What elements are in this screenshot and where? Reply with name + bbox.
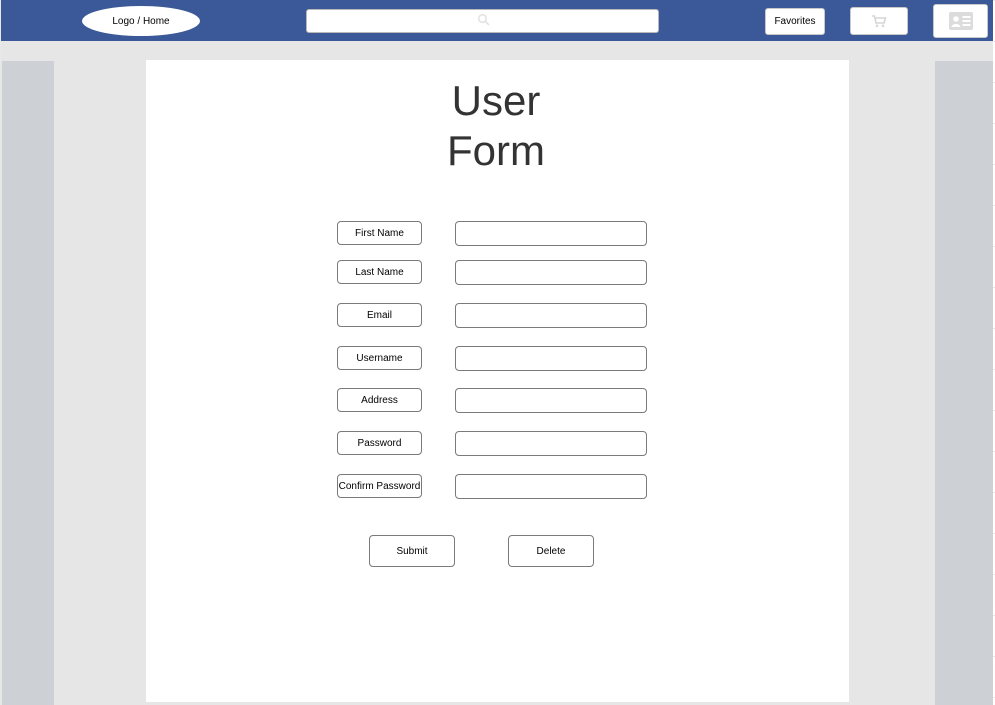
email-label: Email: [337, 303, 422, 327]
submit-button[interactable]: Submit: [369, 535, 455, 567]
password-label: Password: [337, 431, 422, 455]
password-field[interactable]: [455, 431, 647, 456]
cart-button[interactable]: [850, 7, 908, 35]
address-label: Address: [337, 388, 422, 412]
confirm-password-field[interactable]: [455, 474, 647, 499]
right-side-column: [935, 61, 993, 705]
delete-label: Delete: [536, 545, 566, 557]
favorites-label: Favorites: [774, 16, 816, 27]
last-name-field[interactable]: [455, 260, 647, 285]
top-nav-bar: Logo / Home Favorites: [1, 0, 993, 41]
username-field[interactable]: [455, 346, 647, 371]
first-name-field[interactable]: [455, 221, 647, 246]
email-field[interactable]: [455, 303, 647, 328]
favorites-button[interactable]: Favorites: [765, 8, 825, 35]
id-card-icon: [948, 12, 973, 30]
cart-icon: [872, 15, 887, 28]
submit-label: Submit: [396, 545, 428, 557]
confirm-password-label: Confirm Password: [337, 474, 422, 498]
delete-button[interactable]: Delete: [508, 535, 594, 567]
username-label: Username: [337, 346, 422, 370]
first-name-label: First Name: [337, 221, 422, 245]
search-input[interactable]: [306, 9, 659, 33]
logo-home-button[interactable]: Logo / Home: [82, 6, 200, 36]
page-title: User Form: [396, 76, 596, 176]
left-side-column: [2, 61, 54, 705]
last-name-label: Last Name: [337, 260, 422, 284]
profile-button[interactable]: [933, 4, 988, 38]
address-field[interactable]: [455, 388, 647, 413]
page-title-line1: User: [451, 77, 541, 124]
search-icon: [477, 13, 490, 26]
logo-home-label: Logo / Home: [112, 15, 170, 27]
page-title-line2: Form: [447, 127, 545, 174]
